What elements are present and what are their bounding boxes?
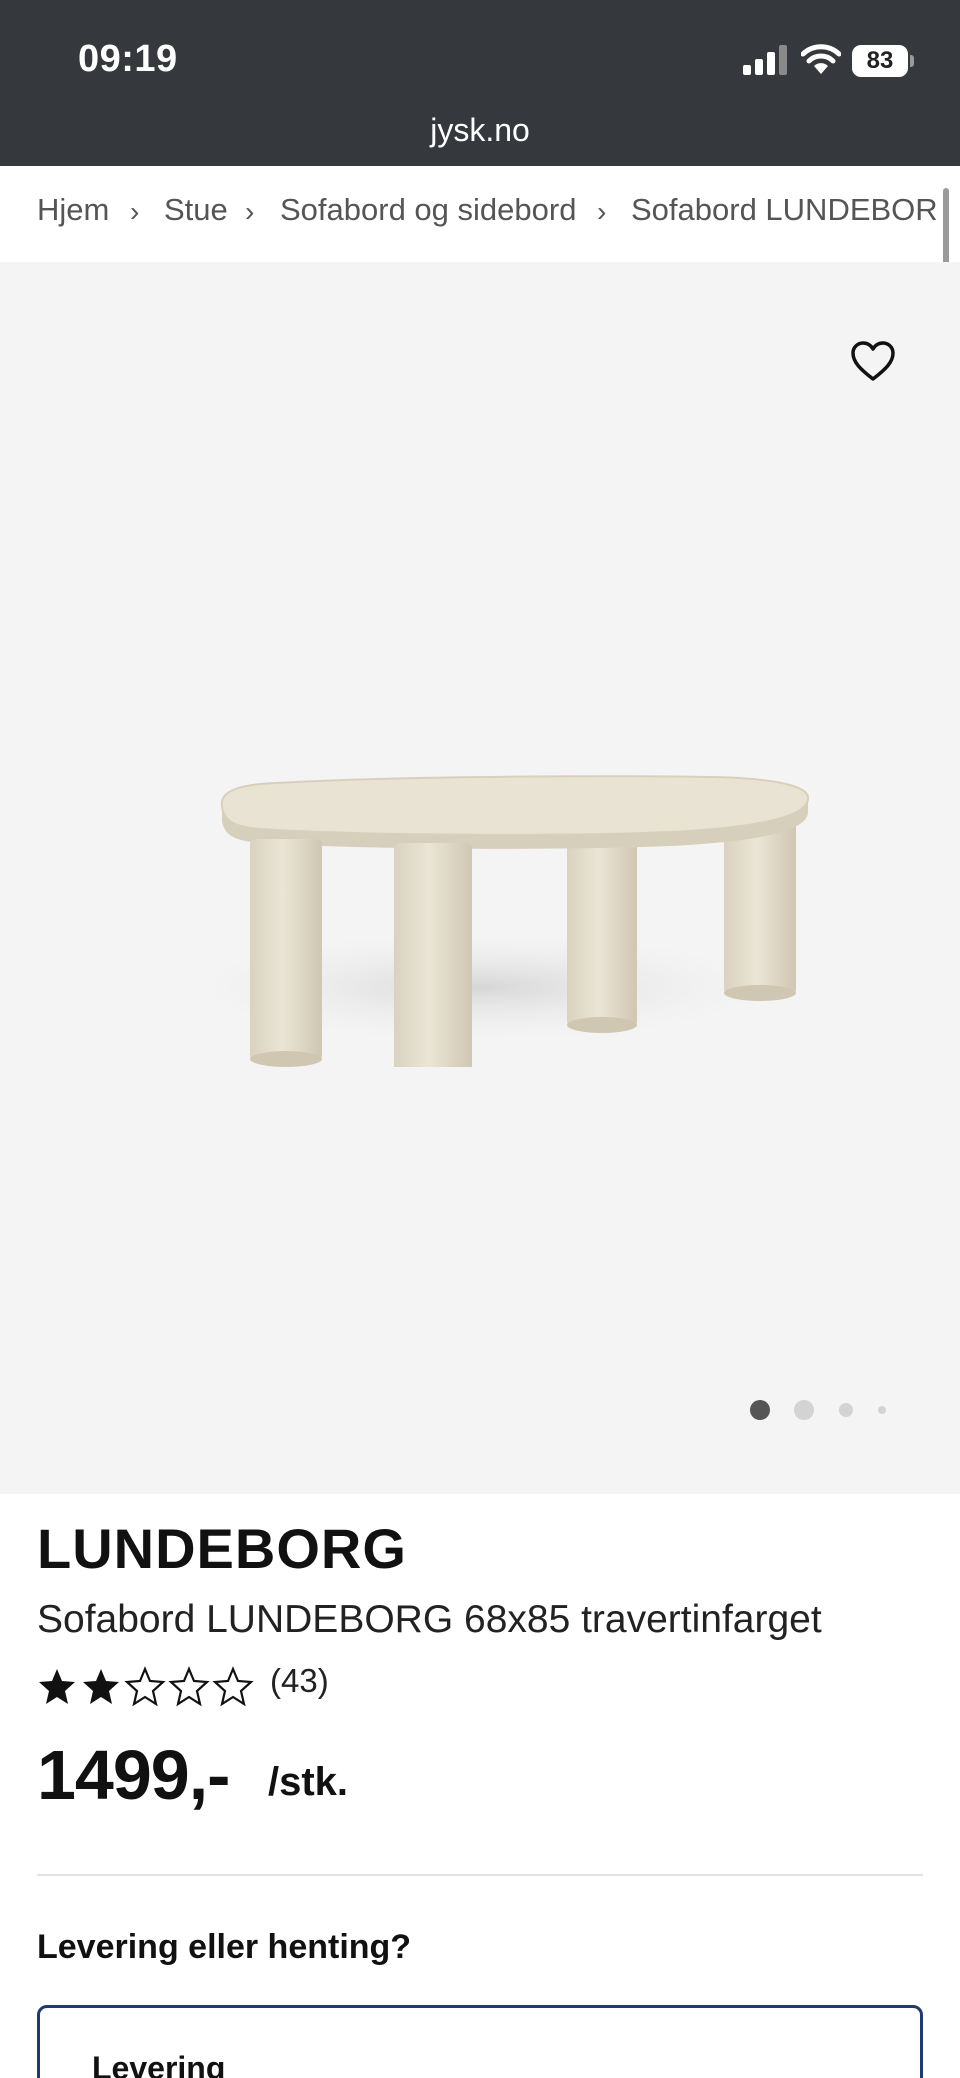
star-empty-icon: [169, 1667, 209, 1706]
breadcrumb: Hjem › Stue › Sofabord og sidebord › Sof…: [0, 166, 960, 262]
product-price: 1499,-: [37, 1736, 230, 1814]
star-full-icon: [39, 1669, 75, 1704]
product-name: Sofabord LUNDEBORG 68x85 travertinfarget: [37, 1598, 822, 1641]
wifi-icon: [801, 44, 841, 74]
address-bar-url[interactable]: jysk.no: [0, 112, 960, 149]
chevron-right-icon: ›: [130, 196, 140, 227]
status-time: 09:19: [78, 38, 178, 80]
delivery-option-title: Levering: [92, 2050, 226, 2078]
section-divider: [37, 1874, 923, 1876]
breadcrumb-item-current: Sofabord LUNDEBOR: [631, 192, 938, 227]
breadcrumb-item-hjem[interactable]: Hjem: [37, 192, 109, 228]
favorite-heart-icon[interactable]: [850, 340, 896, 382]
battery-icon: 83: [852, 45, 914, 77]
battery-level: 83: [852, 45, 908, 77]
delivery-question-heading: Levering eller henting?: [37, 1928, 412, 1966]
review-count[interactable]: (43): [270, 1662, 329, 1700]
chevron-right-icon: ›: [597, 196, 607, 227]
product-brand-title: LUNDEBORG: [37, 1517, 407, 1580]
star-full-icon: [83, 1669, 119, 1704]
battery-tip: [910, 55, 914, 67]
product-image-gallery[interactable]: [0, 262, 960, 1494]
breadcrumb-item-sofabord-og-sidebord[interactable]: Sofabord og sidebord: [280, 192, 576, 228]
star-half-icon: [125, 1667, 165, 1706]
cellular-signal-icon: [743, 45, 787, 75]
browser-top-bar: 09:19 83 jysk.no: [0, 0, 960, 166]
price-unit: /stk.: [268, 1760, 349, 1804]
chevron-right-icon: ›: [245, 196, 255, 227]
gallery-pagination-dots[interactable]: [750, 1399, 890, 1421]
product-image-coffee-table: [160, 775, 809, 1067]
breadcrumb-item-stue[interactable]: Stue: [164, 192, 228, 228]
delivery-option-card[interactable]: Levering: [37, 2005, 923, 2078]
star-empty-icon: [213, 1667, 253, 1706]
rating-stars[interactable]: [37, 1664, 257, 1708]
